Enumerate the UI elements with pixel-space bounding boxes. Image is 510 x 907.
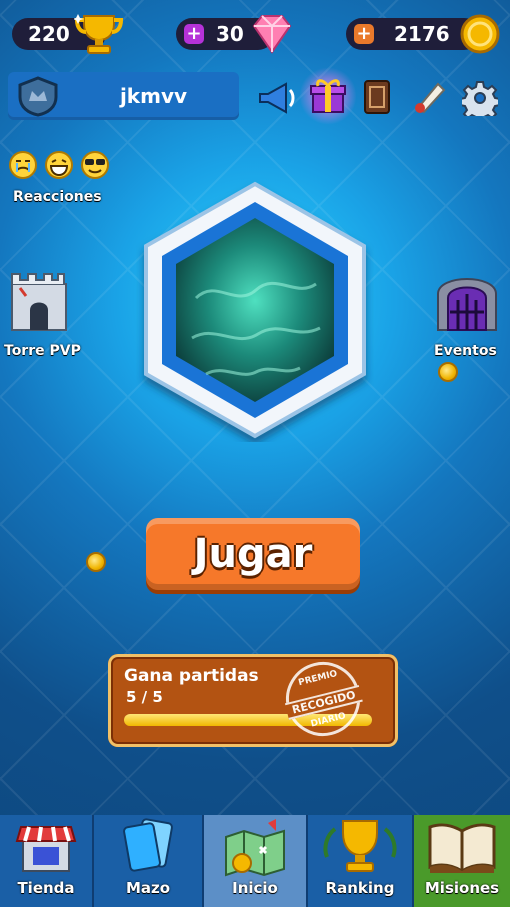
player-name-bar[interactable]: jkmvv: [8, 72, 239, 120]
quest-title: Gana partidas: [124, 666, 259, 686]
gift-icon[interactable]: [308, 76, 348, 116]
play-button[interactable]: Jugar: [146, 518, 360, 590]
floating-coin-icon: [86, 552, 106, 572]
gear-icon[interactable]: [462, 80, 498, 116]
nav-tab-misiones[interactable]: Misiones: [412, 815, 510, 907]
crying-emoji-icon: [9, 151, 37, 179]
arena-hexagon[interactable]: [136, 178, 374, 442]
laughing-emoji-icon: [45, 151, 73, 179]
coin-icon: [460, 14, 500, 54]
reactions-label: Reacciones: [13, 189, 102, 205]
castle-tower-icon[interactable]: [6, 264, 72, 336]
card-deck-icon[interactable]: [362, 78, 392, 116]
trophy-icon: [74, 14, 124, 54]
ranking-trophy-icon: [323, 820, 397, 872]
bottom-navigation: Tienda Mazo Inicio Ranking Misiones: [0, 815, 510, 907]
add-gold-icon[interactable]: +: [354, 24, 374, 44]
nav-label-mazo: Mazo: [125, 879, 171, 897]
gem-count: 30: [216, 22, 244, 46]
nav-label-inicio: Inicio: [232, 879, 278, 897]
nav-tab-mazo[interactable]: Mazo: [92, 815, 202, 907]
nav-tab-tienda[interactable]: Tienda: [0, 815, 92, 907]
stamp-top-text: PREMIO: [297, 668, 339, 689]
gem-icon: [252, 15, 292, 54]
reward-collected-stamp: PREMIO RECOGIDO DIARIO: [278, 654, 368, 744]
crown-shield-icon: [18, 76, 58, 117]
nav-label-tienda: Tienda: [17, 879, 75, 897]
cool-emoji-icon: [81, 151, 109, 179]
nav-label-ranking: Ranking: [325, 879, 395, 897]
events-gate-icon[interactable]: [432, 264, 502, 336]
daily-quest-panel[interactable]: Gana partidas 5 / 5 PREMIO RECOGIDO DIAR…: [108, 654, 398, 747]
events-label: Eventos: [434, 343, 497, 359]
game-home-screen: 220 + 30 + 2176 jkmvv Reacciones Torre P…: [0, 0, 510, 907]
events-coin-icon: [438, 362, 458, 382]
book-icon: [428, 823, 496, 873]
nav-tab-ranking[interactable]: Ranking: [306, 815, 412, 907]
tower-pvp-label: Torre PVP: [4, 343, 81, 359]
nav-label-misiones: Misiones: [424, 879, 500, 897]
trophy-count: 220: [28, 22, 70, 46]
add-gems-icon[interactable]: +: [184, 24, 204, 44]
background-pattern: [0, 0, 510, 907]
scroll-icon[interactable]: [410, 78, 448, 116]
quest-progress-text: 5 / 5: [126, 688, 163, 706]
player-name: jkmvv: [119, 84, 188, 108]
gold-count: 2176: [394, 22, 450, 46]
cards-icon: [123, 818, 173, 872]
nav-tab-inicio[interactable]: Inicio: [202, 815, 306, 907]
map-icon: [225, 819, 285, 877]
shop-icon: [15, 826, 77, 872]
megaphone-icon[interactable]: [256, 80, 296, 116]
